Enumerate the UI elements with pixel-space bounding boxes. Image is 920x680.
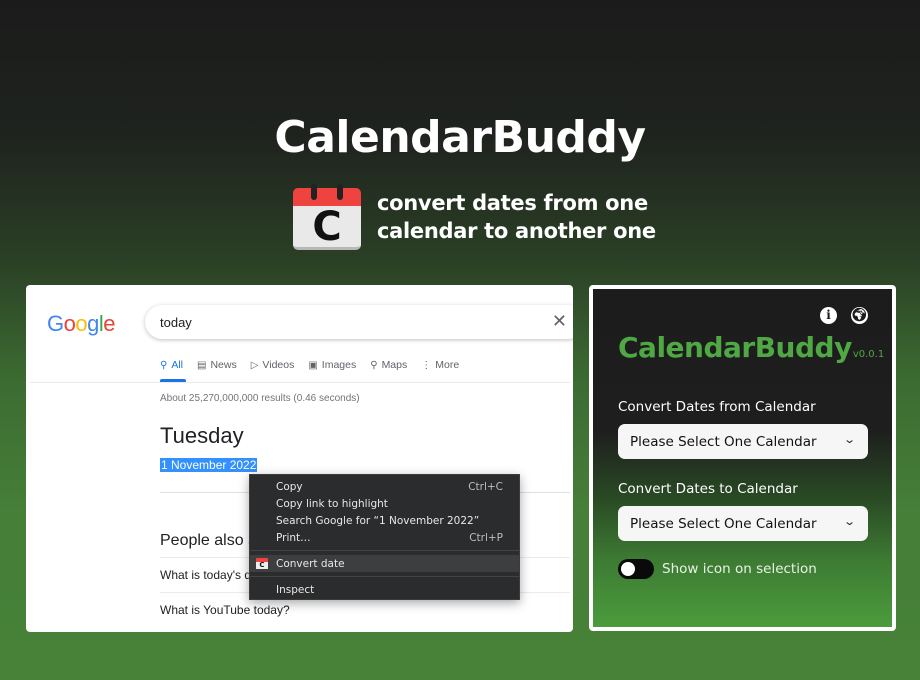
menu-separator [250,576,519,577]
answer-date-selected[interactable]: 1 November 2022 [160,458,258,472]
version-label: v0.0.1 [852,349,885,360]
answer-day: Tuesday [160,423,244,448]
calendar-icon-letter: C [312,204,342,250]
divider [30,382,570,383]
tagline-line-2: calendar to another one [377,219,656,243]
logo-letter: o [75,311,88,336]
extension-title: CalendarBuddyv0.0.1 [618,331,884,364]
result-stats: About 25,270,000,000 results (0.46 secon… [160,393,360,404]
menu-item-shortcut: Ctrl+P [469,531,503,544]
menu-item-copy[interactable]: Copy Ctrl+C [250,478,519,495]
select-value: Please Select One Calendar [630,433,817,450]
question-item[interactable]: What is YouTube today? [160,603,290,617]
chevron-down-icon: ⌄ [842,433,856,446]
tab-news[interactable]: ▤ News [197,359,237,371]
menu-item-inspect[interactable]: Inspect [250,581,519,598]
select-value: Please Select One Calendar [630,515,817,532]
video-icon: ▷ [250,359,259,371]
context-menu: Copy Ctrl+C Copy link to highlight Searc… [249,474,520,600]
menu-item-label: Copy link to highlight [276,497,388,510]
tab-more[interactable]: ⋮ More [421,359,459,371]
calendar-icon: C [293,184,361,250]
hero-subtitle: C convert dates from one calendar to ano… [293,184,656,250]
image-icon: ▣ [308,359,318,371]
tab-videos[interactable]: ▷ Videos [251,359,295,371]
show-icon-toggle-label: Show icon on selection [662,561,817,577]
menu-item-print[interactable]: Print… Ctrl+P [250,529,519,546]
menu-item-convert-date[interactable]: C Convert date [250,555,519,572]
tab-all[interactable]: ⚲ All [160,359,183,371]
tab-label: Maps [381,359,408,371]
chevron-down-icon: ⌄ [842,515,856,528]
tagline-line-1: convert dates from one [377,191,648,215]
news-icon: ▤ [197,359,207,371]
calendarbuddy-icon: C [256,558,268,569]
tab-maps[interactable]: ⚲ Maps [370,359,407,371]
menu-item-label: Inspect [276,583,315,596]
toggle-knob [621,562,635,576]
tab-label: More [435,359,460,371]
tab-label: All [171,359,183,371]
menu-separator [250,550,519,551]
from-calendar-label: Convert Dates from Calendar [618,399,816,415]
menu-item-shortcut: Ctrl+C [468,480,503,493]
menu-item-label: Convert date [276,557,345,570]
from-calendar-select[interactable]: Please Select One Calendar ⌄ [618,424,868,459]
extension-popup: i 🌍︎ CalendarBuddyv0.0.1 Convert Dates f… [589,285,896,631]
logo-letter: e [103,311,116,336]
logo-letter: o [63,311,76,336]
show-icon-toggle[interactable] [618,559,654,579]
hero-title: CalendarBuddy [274,112,646,163]
search-tabs: ⚲ All ▤ News ▷ Videos ▣ Images ⚲ Maps ⋮ More [160,359,459,371]
tab-label: Videos [262,359,295,371]
logo-letter: g [87,311,99,336]
clear-search-icon[interactable]: ✕ [552,311,567,332]
menu-item-copy-link[interactable]: Copy link to highlight [250,495,519,512]
search-input[interactable]: today ✕ [145,305,573,339]
search-icon: ⚲ [160,359,168,371]
tab-label: Images [321,359,357,371]
menu-item-label: Search Google for “1 November 2022” [276,514,480,527]
more-icon: ⋮ [421,359,432,371]
extension-title-text: CalendarBuddy [618,331,852,364]
menu-item-search-google[interactable]: Search Google for “1 November 2022” [250,512,519,529]
menu-item-label: Print… [276,531,311,544]
tab-images[interactable]: ▣ Images [308,359,356,371]
to-calendar-select[interactable]: Please Select One Calendar ⌄ [618,506,868,541]
tab-label: News [210,359,237,371]
info-icon[interactable]: i [820,307,837,324]
hero-tagline: convert dates from one calendar to anoth… [377,189,656,245]
menu-item-label: Copy [276,480,303,493]
search-input-value: today [160,314,192,330]
google-logo[interactable]: Google [47,311,116,337]
globe-icon[interactable]: 🌍︎ [851,307,868,324]
map-pin-icon: ⚲ [370,359,378,371]
to-calendar-label: Convert Dates to Calendar [618,481,798,497]
logo-letter: G [47,311,64,336]
